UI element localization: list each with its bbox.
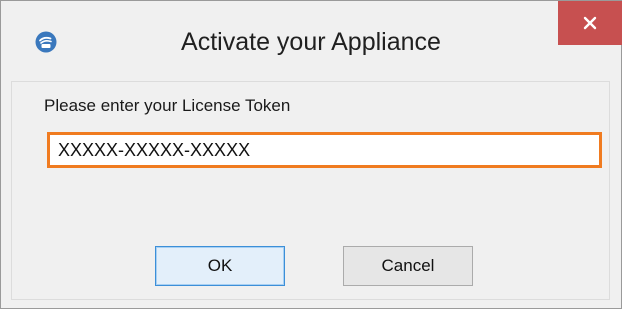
activation-dialog: Activate your Appliance Please enter you…: [0, 0, 622, 309]
dialog-title: Activate your Appliance: [181, 28, 441, 56]
dialog-body: Please enter your License Token OK Cance…: [11, 81, 610, 300]
close-icon: [583, 16, 597, 30]
title-bar[interactable]: Activate your Appliance: [1, 1, 622, 81]
license-token-input[interactable]: [47, 132, 602, 168]
cancel-button[interactable]: Cancel: [343, 246, 473, 286]
ok-button[interactable]: OK: [155, 246, 285, 286]
license-token-label: Please enter your License Token: [44, 96, 291, 115]
appliance-logo-icon: [35, 31, 57, 53]
close-button[interactable]: [558, 1, 622, 45]
